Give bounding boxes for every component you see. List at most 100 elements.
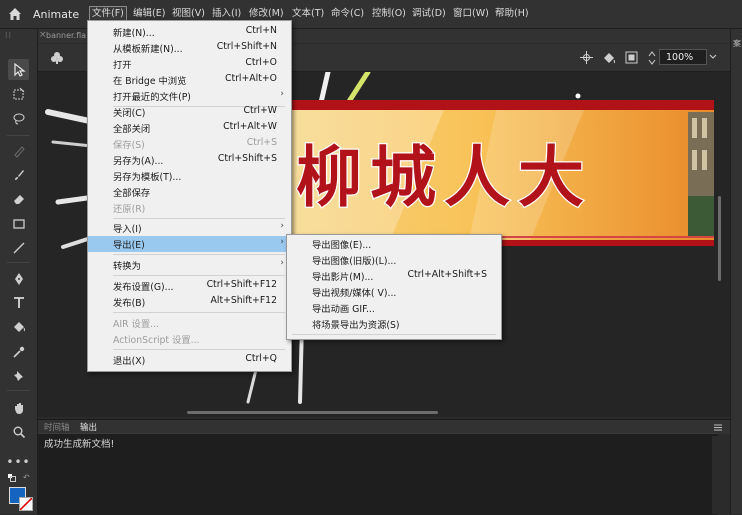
menu-item-close-all[interactable]: 全部关闭 Ctrl+Alt+W [88,120,291,136]
chevron-right-icon: › [280,89,284,99]
eraser-tool[interactable] [8,188,29,209]
chevron-right-icon: › [280,237,284,247]
menu-item-open[interactable]: 打开 Ctrl+O [88,56,291,72]
menu-item-actionscript-settings[interactable]: ActionScript 设置... [88,331,291,347]
pin-tool[interactable] [8,365,29,386]
menu-item-export-image[interactable]: 导出图像(E)... [287,236,501,252]
tools-panel: ⁝⁝ ••• ↶ [0,29,38,514]
menu-separator [113,275,285,276]
output-panel[interactable] [38,433,718,515]
edit-symbols-icon[interactable] [602,51,616,65]
menu-help[interactable]: 帮助(H) [493,7,531,21]
stroke-color-swatch[interactable] [19,497,33,511]
pen-disabled-tool[interactable] [8,140,29,161]
menu-item-save-as-template[interactable]: 另存为模板(T)... [88,168,291,184]
document-tab[interactable]: banner.fla [46,31,86,40]
menu-item-save-all[interactable]: 全部保存 [88,184,291,200]
menu-separator [113,349,285,350]
menu-item-label: 在 Bridge 中浏览 [113,76,187,87]
menu-debug[interactable]: 调试(D) [410,7,448,21]
menu-item-label: 将场景导出为资源(S) [312,320,400,331]
panel-grip-icon[interactable]: ⁝⁝ [5,31,31,40]
menu-item-shortcut: Ctrl+N [245,25,277,36]
menu-window[interactable]: 窗口(W) [451,7,491,21]
reset-colors-icon[interactable]: ↶ [23,473,31,482]
menu-item-export-gif[interactable]: 导出动画 GIF... [287,300,501,316]
lasso-tool[interactable] [8,108,29,129]
text-tool[interactable] [8,292,29,313]
menu-item-export[interactable]: 导出(E) › [88,236,291,252]
pen-tool[interactable] [8,268,29,289]
brush-icon [14,169,24,180]
paint-bucket-tool[interactable] [8,316,29,337]
rectangle-tool[interactable] [8,213,29,234]
clip-content-icon[interactable] [625,51,638,64]
chevron-down-icon[interactable] [709,54,717,60]
menu-modify[interactable]: 修改(M) [247,7,286,21]
panel-menu-icon[interactable] [714,424,722,431]
chevron-right-icon: › [280,221,284,231]
zoom-tool[interactable] [8,421,29,442]
stage-horizontal-scrollbar[interactable] [187,411,438,414]
menu-commands[interactable]: 命令(C) [329,7,366,21]
tab-output[interactable]: 输出 [80,421,97,433]
eyedropper-tool[interactable] [8,341,29,362]
zoom-stepper-icon[interactable] [648,50,656,66]
menu-item-browse-bridge[interactable]: 在 Bridge 中浏览 Ctrl+Alt+O [88,72,291,88]
zoom-level-input[interactable]: 100% [659,49,707,65]
menu-item-export-image-legacy[interactable]: 导出图像(旧版)(L)... [287,252,501,268]
menu-edit[interactable]: 编辑(E) [131,7,167,21]
menu-insert[interactable]: 插入(I) [210,7,243,21]
banner-image[interactable]: 柳城人大 [288,100,714,246]
home-icon[interactable] [7,6,23,22]
stage-vertical-scrollbar[interactable] [718,196,721,281]
menu-item-exit[interactable]: 退出(X) Ctrl+Q [88,352,291,368]
file-menu: 新建(N)... Ctrl+N 从模板新建(N)... Ctrl+Shift+N… [87,20,292,372]
app-name: Animate [33,8,80,21]
swap-colors-icon[interactable] [7,473,17,483]
pin-tool-icon [13,370,23,381]
banner-title: 柳城人大 [296,138,592,216]
menu-item-open-recent[interactable]: 打开最近的文件(P) › [88,88,291,104]
output-scrollbar[interactable] [712,436,724,514]
menu-control[interactable]: 控制(O) [370,7,408,21]
menu-text[interactable]: 文本(T) [290,7,326,21]
menu-item-save[interactable]: 保存(S) Ctrl+S [88,136,291,152]
menu-separator [113,312,285,313]
menu-item-label: 还原(R) [113,204,146,215]
menu-item-label: 从模板新建(N)... [113,44,183,55]
toolbar-divider [7,262,30,263]
scene-icon[interactable] [50,51,64,65]
tab-timeline[interactable]: 时间轴 [44,421,70,433]
menu-item-label: 退出(X) [113,356,146,367]
menu-item-label: 保存(S) [113,140,145,151]
menu-item-convert-to[interactable]: 转换为 › [88,257,291,273]
selection-tool[interactable] [8,59,29,80]
hand-tool[interactable] [8,397,29,418]
menu-item-close[interactable]: 关闭(C) Ctrl+W [88,104,291,120]
menu-item-export-scene-as-asset[interactable]: 将场景导出为资源(S) [287,316,501,332]
menu-item-publish[interactable]: 发布(B) Alt+Shift+F12 [88,294,291,310]
menu-item-air-settings[interactable]: AIR 设置... [88,315,291,331]
pen-tool-icon [14,272,23,285]
more-tools[interactable]: ••• [6,451,29,472]
menu-item-save-as[interactable]: 另存为(A)... Ctrl+Shift+S [88,152,291,168]
menu-item-export-movie[interactable]: 导出影片(M)... Ctrl+Alt+Shift+S [287,268,501,284]
line-tool[interactable] [8,237,29,258]
brush-tool[interactable] [8,164,29,185]
menu-item-export-video[interactable]: 导出视频/媒体( V)... [287,284,501,300]
center-stage-icon[interactable] [580,51,593,64]
toolbar-divider [7,390,30,391]
menu-item-shortcut: Ctrl+Alt+O [224,73,277,84]
menu-item-revert[interactable]: 还原(R) [88,200,291,216]
menu-item-import[interactable]: 导入(I) › [88,220,291,236]
toolbar-divider [7,135,30,136]
free-transform-tool[interactable] [8,83,29,104]
chevron-right-icon: › [280,258,284,268]
menu-view[interactable]: 视图(V) [170,7,207,21]
menu-item-new[interactable]: 新建(N)... Ctrl+N [88,24,291,40]
menu-item-new-from-template[interactable]: 从模板新建(N)... Ctrl+Shift+N [88,40,291,56]
menu-item-publish-settings[interactable]: 发布设置(G)... Ctrl+Shift+F12 [88,278,291,294]
properties-panel-label[interactable]: 案 [733,38,741,49]
menu-item-label: 导出(E) [113,240,145,251]
